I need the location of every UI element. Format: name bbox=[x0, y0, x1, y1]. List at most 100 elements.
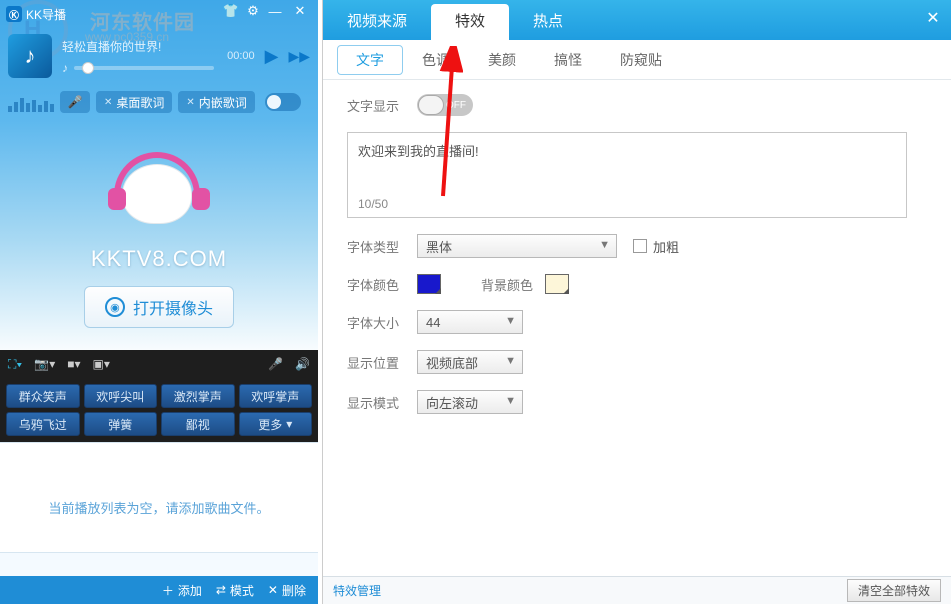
equalizer-icon bbox=[8, 92, 54, 112]
player-controls: 00:00 ▶ ▶▶ bbox=[227, 46, 310, 67]
music-note-icon: ♪ bbox=[25, 43, 36, 69]
domain-text: KKTV8.COM bbox=[91, 246, 227, 272]
text-editor[interactable]: 欢迎来到我的直播间! 10/50 bbox=[347, 132, 907, 218]
add-button[interactable]: ＋ 添加 bbox=[162, 582, 202, 599]
label-font-size: 字体大小 bbox=[347, 313, 417, 332]
chevron-down-icon: ▼ bbox=[505, 395, 516, 407]
font-color-picker[interactable] bbox=[417, 274, 441, 294]
row-position: 显示位置 视频底部▼ bbox=[347, 350, 927, 374]
volume-note-icon: ♪ bbox=[62, 61, 68, 75]
chevron-down-icon: ▼ bbox=[505, 355, 516, 367]
device-strip: ⛶▾ 📷▾ ■▾ ▣▾ 🎤 🔊 bbox=[0, 350, 318, 378]
text-display-toggle[interactable]: OFF bbox=[417, 94, 473, 116]
row-text-editor: 欢迎来到我的直播间! 10/50 bbox=[347, 132, 927, 218]
subtab-text[interactable]: 文字 bbox=[337, 45, 403, 75]
row-font-type: 字体类型 黑体▼ 加粗 bbox=[347, 234, 927, 258]
camera-device-button[interactable]: 📷▾ bbox=[34, 357, 55, 371]
player-row: ♪ 轻松直播你的世界! ♪ 00:00 ▶ ▶▶ bbox=[0, 28, 318, 84]
row-colors: 字体颜色 背景颜色 bbox=[347, 274, 927, 294]
thumbnail-strip bbox=[0, 552, 318, 576]
close-chip-icon[interactable]: ✕ bbox=[186, 97, 194, 108]
player-slogan: 轻松直播你的世界! bbox=[62, 38, 227, 55]
mode-select[interactable]: 向左滚动▼ bbox=[417, 390, 523, 414]
subtab-beauty[interactable]: 美颜 bbox=[469, 45, 535, 75]
label-text-display: 文字显示 bbox=[347, 96, 417, 115]
embed-lyrics-chip[interactable]: ✕内嵌歌词 bbox=[178, 91, 254, 113]
effects-subtabs: 文字 色调 美颜 搞怪 防窥贴 bbox=[323, 40, 951, 80]
bg-color-picker[interactable] bbox=[545, 274, 569, 294]
game-device-button[interactable]: ▣▾ bbox=[93, 357, 110, 371]
window-controls: 👕 ⚙ — ✕ bbox=[220, 0, 314, 22]
app-title: KK导播 bbox=[26, 6, 66, 23]
delete-button[interactable]: ✕ 删除 bbox=[268, 582, 306, 599]
sound-cell[interactable]: 欢呼掌声 bbox=[239, 384, 313, 408]
editor-content: 欢迎来到我的直播间! bbox=[358, 144, 479, 159]
screen-capture-button[interactable]: ⛶▾ bbox=[8, 357, 22, 372]
settings-icon[interactable]: ⚙ bbox=[242, 0, 264, 22]
open-camera-button[interactable]: ◉ 打开摄像头 bbox=[84, 286, 234, 328]
clear-all-effects-button[interactable]: 清空全部特效 bbox=[847, 579, 941, 602]
titlebar: Ⓚ KK导播 👕 ⚙ — ✕ bbox=[0, 0, 318, 28]
sound-effects-grid: 群众笑声 欢呼尖叫 激烈掌声 欢呼掌声 乌鸦飞过 弹簧 鄙视 更多▾ bbox=[0, 378, 318, 442]
row-font-size: 字体大小 44▼ bbox=[347, 310, 927, 334]
mode-button[interactable]: ⇄ 模式 bbox=[216, 582, 254, 599]
video-device-button[interactable]: ■▾ bbox=[67, 357, 80, 371]
mascot-icon bbox=[114, 142, 204, 232]
album-art: ♪ bbox=[8, 34, 52, 78]
preview-area: KKTV8.COM ◉ 打开摄像头 bbox=[0, 120, 318, 350]
mic-device-button[interactable]: 🎤 bbox=[268, 357, 283, 371]
effects-form: 文字显示 OFF 欢迎来到我的直播间! 10/50 字体类型 黑体▼ 加粗 字体… bbox=[323, 80, 951, 576]
tab-effects[interactable]: 特效 bbox=[431, 4, 509, 40]
close-chip-icon[interactable]: ✕ bbox=[104, 97, 112, 108]
font-type-select[interactable]: 黑体▼ bbox=[417, 234, 617, 258]
desktop-lyrics-chip[interactable]: ✕桌面歌词 bbox=[96, 91, 172, 113]
sound-cell[interactable]: 激烈掌声 bbox=[161, 384, 235, 408]
right-panel: 视频来源 特效 热点 ✕ 文字 色调 美颜 搞怪 防窥贴 文字显示 OFF 欢迎… bbox=[322, 0, 951, 604]
label-font-type: 字体类型 bbox=[347, 237, 417, 256]
speaker-device-button[interactable]: 🔊 bbox=[295, 357, 310, 371]
minimize-icon[interactable]: — bbox=[264, 0, 286, 22]
sound-cell[interactable]: 乌鸦飞过 bbox=[6, 412, 80, 436]
eq-row: 🎤 ✕桌面歌词 ✕内嵌歌词 bbox=[0, 84, 318, 120]
subtab-funny[interactable]: 搞怪 bbox=[535, 45, 601, 75]
bold-checkbox[interactable]: 加粗 bbox=[633, 237, 679, 256]
mic-button[interactable]: 🎤 bbox=[60, 91, 90, 113]
play-button[interactable]: ▶ bbox=[265, 46, 279, 67]
sound-cell[interactable]: 弹簧 bbox=[84, 412, 158, 436]
subtab-privacy[interactable]: 防窥贴 bbox=[601, 45, 681, 75]
row-text-display: 文字显示 OFF bbox=[347, 94, 927, 116]
font-size-select[interactable]: 44▼ bbox=[417, 310, 523, 334]
left-panel: H 河东软件园 www.pc0359.cn Ⓚ KK导播 👕 ⚙ — ✕ ♪ 轻… bbox=[0, 0, 318, 604]
tab-hotspot[interactable]: 热点 bbox=[509, 4, 587, 40]
position-select[interactable]: 视频底部▼ bbox=[417, 350, 523, 374]
app-logo-icon: Ⓚ bbox=[6, 6, 22, 22]
next-button[interactable]: ▶▶ bbox=[288, 48, 310, 65]
label-position: 显示位置 bbox=[347, 353, 417, 372]
label-bg-color: 背景颜色 bbox=[481, 275, 533, 294]
effects-manage-link[interactable]: 特效管理 bbox=[333, 582, 381, 599]
bottom-toolbar: ＋ 添加 ⇄ 模式 ✕ 删除 bbox=[0, 576, 318, 604]
tab-video-source[interactable]: 视频来源 bbox=[323, 4, 431, 40]
skin-icon[interactable]: 👕 bbox=[220, 0, 242, 22]
subtab-tone[interactable]: 色调 bbox=[403, 45, 469, 75]
close-icon[interactable]: ✕ bbox=[286, 0, 314, 22]
chevron-down-icon: ▼ bbox=[505, 315, 516, 327]
effects-footer: 特效管理 清空全部特效 bbox=[323, 576, 951, 604]
row-mode: 显示模式 向左滚动▼ bbox=[347, 390, 927, 414]
char-counter: 10/50 bbox=[358, 197, 388, 211]
camera-icon: ◉ bbox=[105, 297, 125, 317]
player-info: 轻松直播你的世界! ♪ bbox=[52, 38, 227, 75]
label-mode: 显示模式 bbox=[347, 393, 417, 412]
sound-more-button[interactable]: 更多▾ bbox=[239, 412, 313, 436]
chevron-down-icon: ▼ bbox=[599, 239, 610, 251]
sound-cell[interactable]: 鄙视 bbox=[161, 412, 235, 436]
sound-cell[interactable]: 欢呼尖叫 bbox=[84, 384, 158, 408]
play-time: 00:00 bbox=[227, 50, 255, 62]
sound-cell[interactable]: 群众笑声 bbox=[6, 384, 80, 408]
lyrics-toggle[interactable] bbox=[265, 93, 301, 111]
label-font-color: 字体颜色 bbox=[347, 275, 417, 294]
volume-slider[interactable] bbox=[74, 66, 214, 70]
effects-tabs: 视频来源 特效 热点 ✕ bbox=[323, 0, 951, 40]
playlist-empty-text: 当前播放列表为空，请添加歌曲文件。 bbox=[48, 498, 269, 517]
panel-close-icon[interactable]: ✕ bbox=[921, 6, 945, 30]
